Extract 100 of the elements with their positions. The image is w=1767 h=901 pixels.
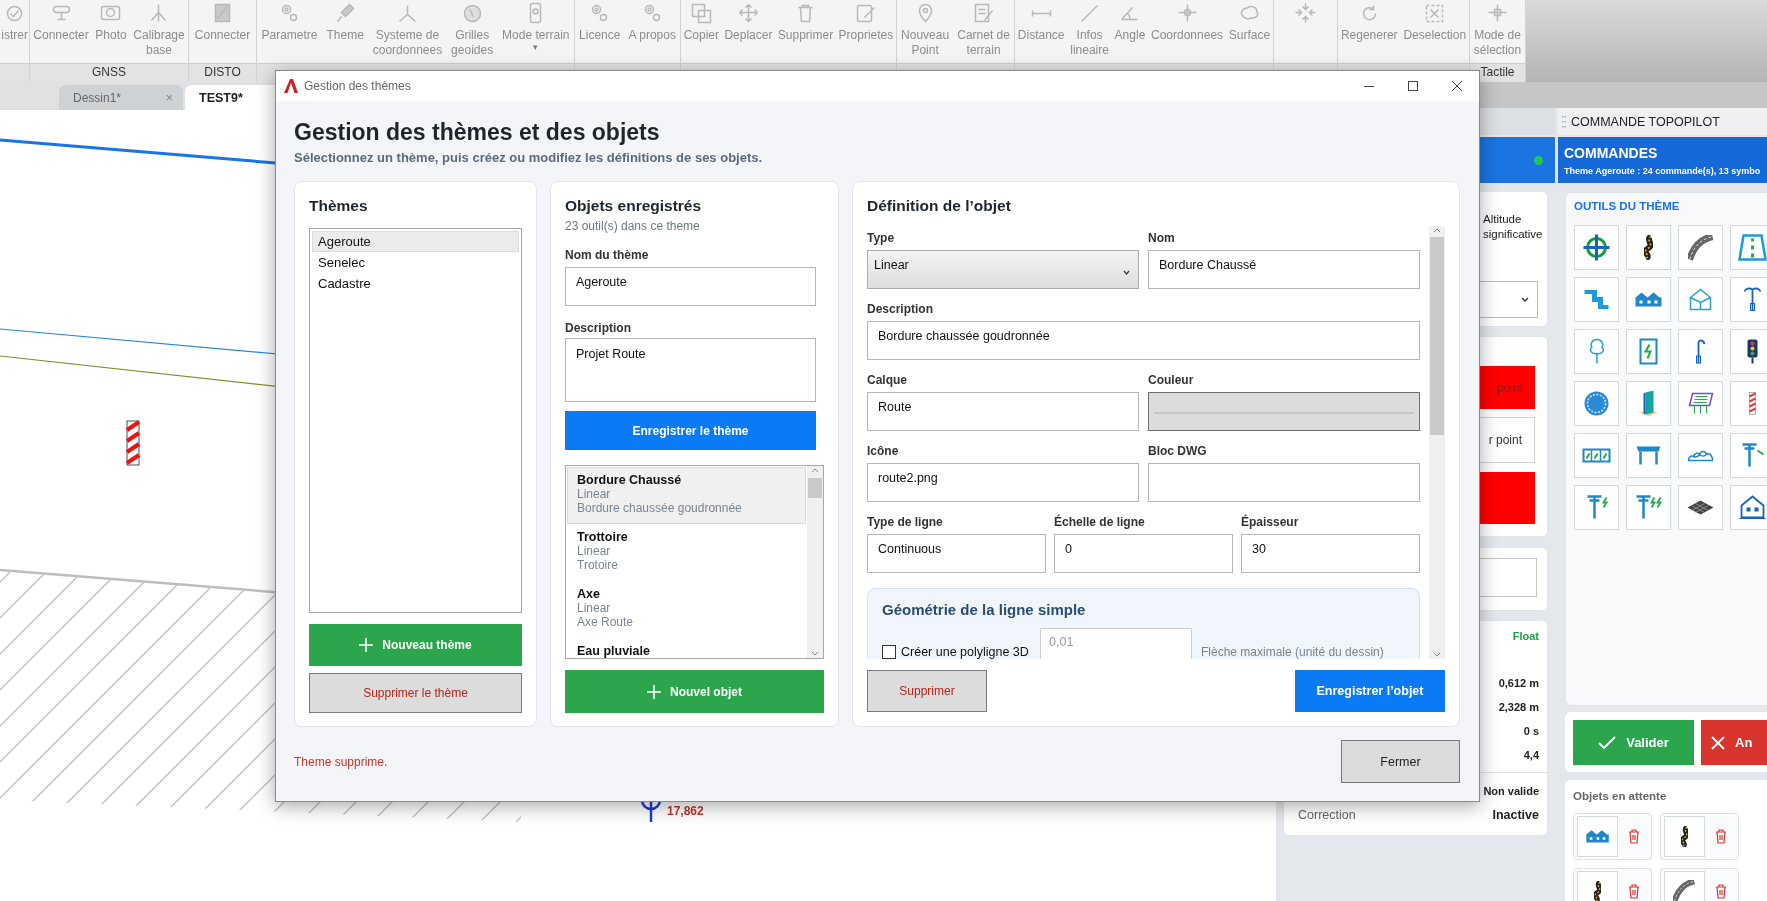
- ribbon-button[interactable]: Parametre: [260, 0, 319, 43]
- document-tab[interactable]: Dessin1* ×: [59, 85, 183, 110]
- text-field[interactable]: Bordure Chaussé: [1148, 250, 1420, 289]
- ribbon-button[interactable]: Nouveau Point: [900, 0, 951, 58]
- trash-icon[interactable]: [1715, 829, 1727, 844]
- street-lamp-icon: [1695, 338, 1706, 365]
- close-button[interactable]: Fermer: [1341, 740, 1460, 783]
- ribbon-button[interactable]: Theme: [325, 0, 365, 43]
- object-list-item[interactable]: Bordure Chaussé Linear Bordure chaussée goudronnée: [567, 467, 806, 524]
- ribbon-button[interactable]: Surface: [1227, 0, 1272, 43]
- ribbon-button[interactable]: Photo: [94, 0, 128, 43]
- field-label: Nom du thème: [565, 247, 649, 263]
- field-label: Couleur: [1148, 372, 1194, 388]
- text-field[interactable]: Ageroute: [565, 267, 816, 306]
- phone-icon: [529, 2, 543, 24]
- object-type: Linear: [577, 601, 611, 615]
- ribbon-button[interactable]: Deplacer: [723, 0, 774, 43]
- trash-icon[interactable]: [1628, 884, 1640, 899]
- ribbon-button[interactable]: Infos lineaire: [1069, 0, 1110, 58]
- ribbon-button[interactable]: Supprimer: [776, 0, 835, 43]
- ribbon-button[interactable]: Connecter: [32, 0, 90, 43]
- text-field[interactable]: 30: [1241, 534, 1420, 573]
- maximize-icon[interactable]: [1408, 81, 1418, 91]
- new-object-button[interactable]: Nouvel objet: [565, 670, 824, 713]
- text-field[interactable]: Route: [867, 392, 1139, 431]
- arrows-in-icon: [1294, 2, 1317, 24]
- ribbon-button[interactable]: Angle: [1113, 0, 1147, 43]
- ribbon-button[interactable]: Distance: [1016, 0, 1066, 43]
- delete-button[interactable]: Supprimer: [867, 670, 987, 712]
- pipe-icon: [1583, 290, 1610, 309]
- scrollbar[interactable]: [1429, 226, 1445, 659]
- field-label: Description: [565, 320, 631, 336]
- object-type: Linear: [577, 544, 611, 558]
- house-icon: [1689, 288, 1712, 311]
- number-field[interactable]: 0,01: [1040, 628, 1192, 659]
- object-list-item[interactable]: Eau pluviale: [567, 638, 806, 658]
- ribbon-button[interactable]: Mode terrain ▾: [501, 0, 571, 52]
- crosshair-icon: [1582, 233, 1611, 262]
- ribbon-button[interactable]: Grilles geoides: [450, 0, 495, 58]
- text-field[interactable]: Continuous: [867, 534, 1046, 573]
- ribbon-button[interactable]: Proprietes: [837, 0, 895, 43]
- close-icon[interactable]: [1452, 81, 1462, 91]
- ribbon-button[interactable]: Systeme de coordonnees: [371, 0, 444, 58]
- edit-icon: [855, 3, 876, 23]
- pending-object[interactable]: [1573, 868, 1652, 901]
- ribbon-button[interactable]: Copier: [682, 0, 721, 43]
- trash-icon[interactable]: [1715, 884, 1727, 899]
- notebook-icon: [973, 3, 994, 23]
- camera-icon: [100, 5, 122, 21]
- ribbon-button[interactable]: Deselection: [1402, 0, 1468, 43]
- object-list-item[interactable]: Axe Linear Axe Route: [567, 581, 806, 638]
- scrollbar[interactable]: [807, 466, 823, 658]
- ribbon-button[interactable]: istrer: [0, 0, 29, 43]
- pending-object[interactable]: [1660, 813, 1739, 860]
- text-field[interactable]: 0: [1054, 534, 1233, 573]
- tool-button[interactable]: [1626, 225, 1671, 270]
- ribbon-button[interactable]: A propos: [627, 0, 677, 43]
- ribbon-button[interactable]: Coordonnees: [1150, 0, 1225, 43]
- houses-icon: [1584, 829, 1611, 844]
- save-theme-button[interactable]: Enregistrer le thème: [565, 411, 816, 450]
- delete-theme-button[interactable]: Supprimer le thème: [309, 673, 522, 713]
- ribbon-button[interactable]: Regenerer: [1339, 0, 1399, 43]
- field-label: Calque: [867, 372, 907, 388]
- field-label: Épaisseur: [1241, 514, 1299, 530]
- checkbox-label: Créer une polyligne 3D: [901, 645, 1029, 659]
- ribbon-button[interactable]: Connecter: [193, 0, 252, 43]
- grip-icon[interactable]: [1562, 115, 1566, 128]
- text-area[interactable]: Projet Route: [565, 338, 816, 402]
- list-item[interactable]: Senelec: [312, 252, 519, 273]
- ribbon-button[interactable]: Carnet de terrain: [956, 0, 1011, 58]
- list-item[interactable]: Cadastre: [312, 273, 519, 294]
- dropdown[interactable]: Linear: [867, 250, 1139, 289]
- object-list-item[interactable]: Trottoire Linear Trotoire: [567, 524, 806, 581]
- text-field[interactable]: Bordure chaussée goudronnée: [867, 321, 1420, 360]
- tool-button[interactable]: [1730, 329, 1767, 374]
- window-title: Gestion des thèmes: [304, 79, 411, 93]
- gear-icon: [591, 4, 609, 22]
- scrollbar-thumb[interactable]: [1430, 237, 1444, 435]
- cancel-button[interactable]: An: [1701, 720, 1767, 765]
- scrollbar-thumb[interactable]: [808, 478, 822, 498]
- text-field[interactable]: [1148, 463, 1420, 502]
- ribbon-button[interactable]: Mode de sélection: [1472, 0, 1523, 58]
- save-object-button[interactable]: Enregistrer l’objet: [1295, 670, 1445, 712]
- color-field[interactable]: [1148, 392, 1420, 431]
- tree-icon: [1588, 338, 1605, 365]
- new-theme-button[interactable]: Nouveau thème: [309, 624, 522, 666]
- globe-icon: [462, 3, 482, 23]
- trash-icon[interactable]: [1628, 829, 1640, 844]
- checkbox[interactable]: [882, 645, 896, 659]
- line-icon: [1080, 3, 1100, 23]
- validate-button[interactable]: Valider: [1573, 720, 1694, 765]
- ribbon-button[interactable]: Calibrage base: [132, 0, 186, 58]
- tool-button[interactable]: [1678, 485, 1723, 530]
- text-field[interactable]: route2.png: [867, 463, 1139, 502]
- tab-close-button[interactable]: ×: [165, 90, 173, 105]
- ribbon-button[interactable]: Licence: [578, 0, 622, 43]
- object-description: Bordure chaussée goudronnée: [577, 501, 742, 515]
- list-item[interactable]: Ageroute: [312, 231, 519, 252]
- field-label: Nom: [1148, 230, 1175, 246]
- field-label: Icône: [867, 443, 899, 459]
